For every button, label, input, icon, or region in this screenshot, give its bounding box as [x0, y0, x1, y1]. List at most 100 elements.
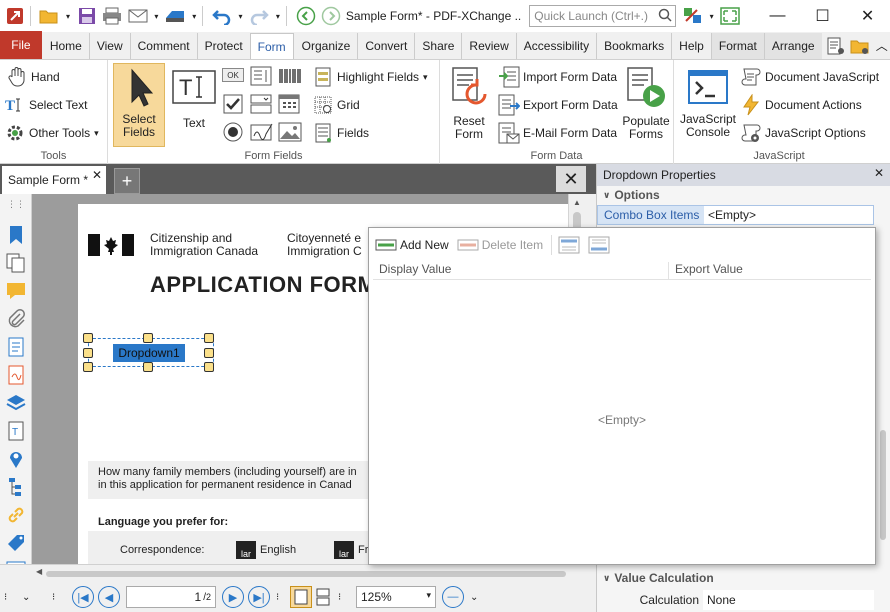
javascript-console-button[interactable]: JavaScript Console — [678, 66, 738, 139]
resize-handle[interactable] — [204, 348, 214, 358]
structure-icon[interactable] — [5, 476, 27, 498]
single-page-view-icon[interactable] — [290, 586, 312, 608]
maximize-button[interactable]: ☐ — [800, 0, 845, 32]
bookmarks-icon[interactable] — [5, 224, 27, 246]
folder-settings-icon[interactable] — [850, 35, 870, 57]
chevron-down-icon[interactable]: ⌄ — [22, 592, 40, 603]
text-field-button[interactable]: T Text — [170, 68, 218, 130]
delete-item-button[interactable]: Delete Item — [457, 236, 543, 254]
calculation-value[interactable]: None — [703, 590, 874, 610]
tab-form[interactable]: Form — [249, 33, 294, 59]
pages-icon[interactable] — [5, 252, 27, 274]
redo-icon[interactable] — [248, 5, 270, 27]
tags-icon[interactable] — [5, 532, 27, 554]
continuous-view-icon[interactable] — [312, 586, 334, 608]
resize-handle[interactable] — [143, 333, 153, 343]
new-tab-button[interactable]: + — [114, 168, 140, 194]
reset-form-button[interactable]: Reset Form — [444, 66, 494, 141]
tab-comment[interactable]: Comment — [129, 33, 197, 59]
destinations-icon[interactable] — [5, 448, 27, 470]
scan-icon[interactable] — [164, 5, 186, 27]
dropdown-arrow-icon[interactable]: ▾ — [190, 5, 198, 27]
signatures-icon[interactable] — [5, 364, 27, 386]
export-value-column-header[interactable]: Export Value — [669, 262, 871, 279]
back-icon[interactable] — [295, 5, 317, 27]
search-icon[interactable] — [658, 8, 672, 25]
dropdown-arrow-icon[interactable]: ▾ — [708, 5, 716, 27]
fullscreen-icon[interactable] — [720, 5, 742, 27]
content-icon[interactable]: T — [5, 420, 27, 442]
properties-scrollbar-thumb[interactable] — [880, 430, 886, 540]
last-page-button[interactable]: ▶| — [248, 586, 270, 608]
move-up-icon[interactable] — [558, 236, 580, 254]
tab-home[interactable]: Home — [42, 33, 89, 59]
signature-field-icon[interactable] — [250, 122, 274, 145]
export-form-data-button[interactable]: Export Form Data — [498, 94, 618, 116]
tab-review[interactable]: Review — [461, 33, 515, 59]
page-number-input[interactable]: 1 / 2 — [126, 586, 216, 608]
english-option[interactable]: English — [260, 544, 296, 556]
radio-button-icon[interactable] — [222, 122, 244, 145]
print-icon[interactable] — [101, 5, 123, 27]
collapse-ribbon-icon[interactable]: ︿ — [874, 35, 890, 57]
dropdown-arrow-icon[interactable]: ▾ — [274, 5, 282, 27]
dropdown-field[interactable]: Dropdown1 — [113, 344, 185, 362]
document-actions-button[interactable]: Document Actions — [740, 94, 862, 116]
combo-box-items-row[interactable]: Combo Box Items <Empty> — [597, 205, 874, 225]
layers-icon[interactable] — [5, 392, 27, 414]
tab-organize[interactable]: Organize — [294, 33, 358, 59]
first-page-button[interactable]: |◀ — [72, 586, 94, 608]
minimize-button[interactable]: — — [755, 0, 800, 32]
document-properties-icon[interactable] — [5, 336, 27, 358]
resize-handle[interactable] — [204, 333, 214, 343]
tab-format[interactable]: Format — [710, 33, 764, 59]
tab-share[interactable]: Share — [414, 33, 461, 59]
tab-bookmarks[interactable]: Bookmarks — [596, 33, 671, 59]
date-field-icon[interactable] — [278, 92, 300, 117]
select-fields-button[interactable]: Select Fields — [113, 63, 165, 147]
image-field-icon[interactable] — [278, 122, 302, 145]
horizontal-scrollbar-thumb[interactable] — [46, 571, 566, 577]
file-menu[interactable]: File — [0, 31, 42, 59]
javascript-options-button[interactable]: JavaScript Options — [740, 122, 866, 144]
other-tools[interactable]: Other Tools ▾ — [4, 122, 99, 144]
populate-forms-button[interactable]: Populate Forms — [620, 66, 672, 141]
barcode-icon[interactable] — [278, 68, 302, 87]
resize-handle[interactable] — [204, 362, 214, 372]
fields-button[interactable]: Fields — [312, 122, 369, 144]
zoom-select[interactable]: 125% ▾ — [356, 586, 436, 608]
undo-icon[interactable] — [211, 5, 233, 27]
chevron-down-icon[interactable]: ▾ — [426, 590, 431, 601]
previous-page-button[interactable]: ◀ — [98, 586, 120, 608]
combo-box-items-value[interactable]: <Empty> — [704, 206, 873, 224]
customize-toolbar-icon[interactable] — [682, 5, 704, 27]
comments-icon[interactable] — [5, 280, 27, 302]
dropdown-arrow-icon[interactable]: ▾ — [237, 5, 245, 27]
grid-button[interactable]: Grid — [312, 94, 360, 116]
tab-accessibility[interactable]: Accessibility — [515, 33, 596, 59]
horizontal-scrollbar[interactable]: ◀ — [36, 567, 576, 579]
combo-box-icon[interactable] — [250, 94, 272, 117]
zoom-out-button[interactable]: — — [442, 586, 464, 608]
open-folder-icon[interactable] — [39, 5, 61, 27]
chevron-down-icon[interactable]: ⌄ — [470, 592, 488, 603]
resize-handle[interactable] — [83, 333, 93, 343]
french-option[interactable]: Fr — [358, 544, 368, 556]
close-tab-icon[interactable]: ✕ — [92, 168, 102, 182]
links-icon[interactable] — [5, 504, 27, 526]
scroll-left-arrow-icon[interactable]: ◀ — [36, 567, 42, 576]
resize-handle[interactable] — [143, 362, 153, 372]
tab-convert[interactable]: Convert — [357, 33, 414, 59]
move-down-icon[interactable] — [588, 236, 610, 254]
resize-handle[interactable] — [83, 348, 93, 358]
attachments-icon[interactable] — [5, 308, 27, 330]
calculation-row[interactable]: Calculation None — [597, 590, 874, 610]
close-pane-icon[interactable]: ✕ — [874, 166, 884, 180]
close-button[interactable]: ✕ — [845, 0, 890, 32]
document-tab[interactable]: Sample Form * ✕ — [2, 166, 106, 194]
email-form-data-button[interactable]: E-Mail Form Data — [498, 122, 617, 144]
close-document-button[interactable]: ✕ — [556, 166, 586, 192]
list-box-icon[interactable] — [250, 66, 272, 89]
add-new-button[interactable]: Add New — [375, 236, 449, 254]
hand-tool[interactable]: Hand — [6, 66, 60, 88]
